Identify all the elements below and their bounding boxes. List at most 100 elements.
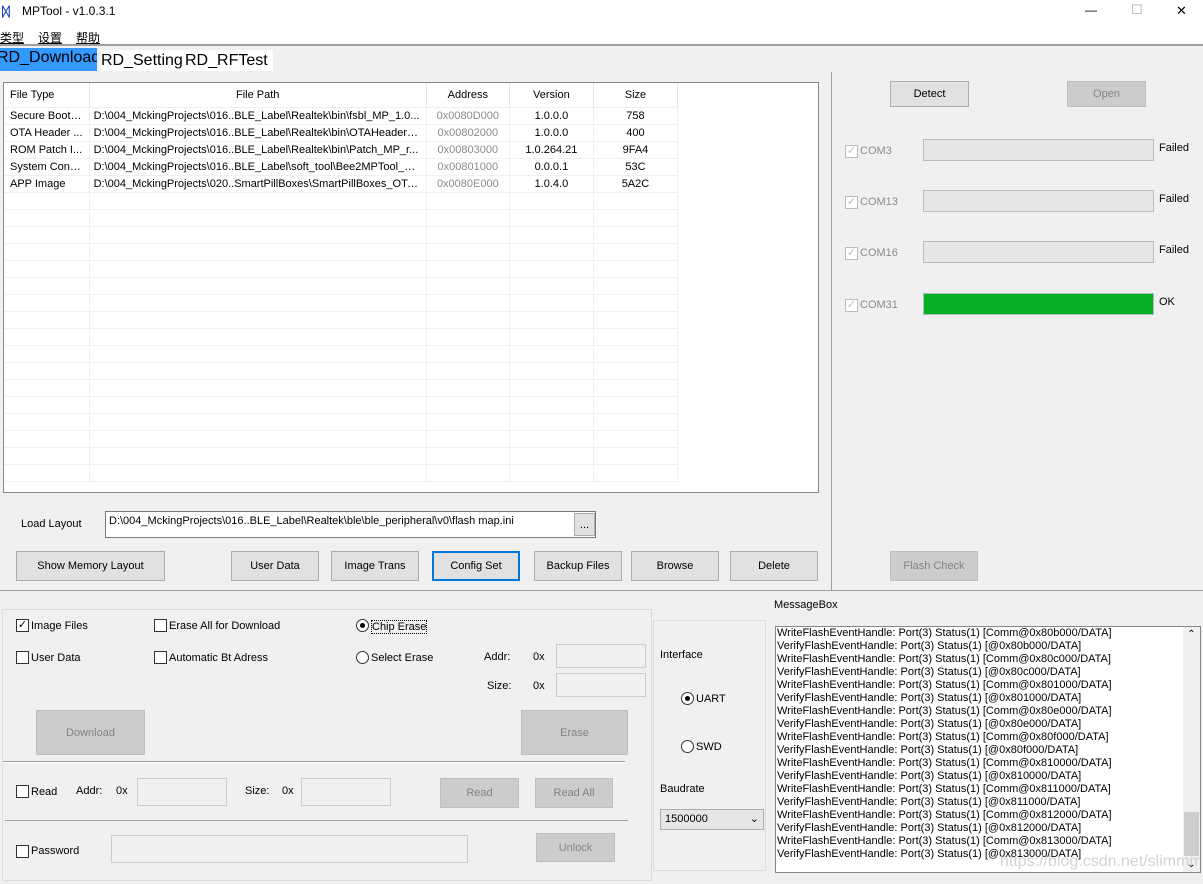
password-checkbox[interactable] (16, 845, 29, 858)
table-cell (426, 447, 510, 465)
read-button[interactable]: Read (440, 778, 519, 808)
delete-button[interactable]: Delete (730, 551, 818, 581)
table-row[interactable] (4, 430, 679, 448)
read-addr-input[interactable] (137, 778, 227, 806)
maximize-button[interactable]: ☐ (1131, 2, 1143, 18)
table-row[interactable] (4, 243, 679, 261)
table-row[interactable] (4, 294, 679, 312)
read-checkbox[interactable] (16, 785, 29, 798)
message-line: VerifyFlashEventHandle: Port(3) Status(1… (777, 718, 1082, 730)
user-data-checkbox[interactable] (16, 651, 29, 664)
scrollbar-thumb[interactable] (1184, 812, 1199, 856)
open-button[interactable]: Open (1067, 81, 1146, 107)
port-checkbox[interactable]: ✓ (845, 145, 858, 158)
scroll-up-icon[interactable]: ⌃ (1183, 629, 1200, 640)
auto-bt-checkbox[interactable] (154, 651, 167, 664)
download-button[interactable]: Download (36, 710, 145, 755)
erase-size-input[interactable] (556, 673, 646, 697)
messagebox[interactable]: WriteFlashEventHandle: Port(3) Status(1)… (775, 626, 1201, 873)
table-row[interactable] (4, 413, 679, 431)
load-layout-input[interactable]: D:\004_MckingProjects\016..BLE_Label\Rea… (105, 511, 596, 538)
table-row[interactable]: ROM Patch I... D:\004_MckingProjects\016.… (4, 141, 679, 159)
table-row[interactable] (4, 192, 679, 210)
column-header[interactable]: File Path (89, 83, 427, 108)
table-row[interactable] (4, 260, 679, 278)
minimize-button[interactable]: — (1085, 3, 1097, 17)
table-row[interactable]: Secure Boot ... D:\004_MckingProjects\016… (4, 107, 679, 125)
menu-bar (0, 24, 1203, 46)
message-line: VerifyFlashEventHandle: Port(3) Status(1… (777, 640, 1082, 652)
port-checkbox[interactable]: ✓ (845, 299, 858, 312)
table-cell (4, 379, 90, 397)
table-row[interactable]: System Confi... D:\004_MckingProjects\016… (4, 158, 679, 176)
table-row[interactable] (4, 345, 679, 363)
port-checkbox[interactable]: ✓ (845, 247, 858, 260)
menu-settings[interactable]: 设置 (38, 29, 62, 46)
tab-rd-setting[interactable]: RD_Setting (101, 50, 183, 71)
erase-all-checkbox[interactable] (154, 619, 167, 632)
table-row[interactable] (4, 328, 679, 346)
port-progress-bar (923, 139, 1154, 161)
table-cell (4, 447, 90, 465)
close-button[interactable]: ✕ (1176, 3, 1187, 19)
image-trans-button[interactable]: Image Trans (331, 551, 419, 581)
table-cell (426, 192, 510, 210)
table-cell (593, 294, 679, 312)
select-erase-radio[interactable] (356, 651, 369, 664)
table-cell (89, 396, 427, 414)
flash-check-button[interactable]: Flash Check (890, 551, 978, 581)
erase-addr-input[interactable] (556, 644, 646, 668)
config-set-button[interactable]: Config Set (432, 551, 520, 581)
column-header[interactable]: Version (509, 83, 594, 108)
read-size-input[interactable] (301, 778, 391, 806)
column-header[interactable]: File Type (4, 83, 90, 108)
image-files-checkbox[interactable]: ✓ (16, 619, 29, 632)
menu-help[interactable]: 帮助 (76, 29, 100, 46)
user-data-button[interactable]: User Data (231, 551, 319, 581)
table-cell: Secure Boot ... (4, 107, 90, 125)
port-checkbox[interactable]: ✓ (845, 196, 858, 209)
file-table[interactable]: File Type File Path Address Version Size Sec… (3, 82, 819, 493)
table-row[interactable] (4, 311, 679, 329)
tab-rd-download[interactable]: RD_Download (0, 48, 97, 71)
port-progress-bar (923, 241, 1154, 263)
read-addr-label: Addr: (76, 785, 103, 797)
password-input[interactable] (111, 835, 468, 863)
backup-files-button[interactable]: Backup Files (534, 551, 622, 581)
column-header[interactable]: Address (426, 83, 510, 108)
table-row[interactable] (4, 396, 679, 414)
table-cell (4, 345, 90, 363)
erase-button[interactable]: Erase (521, 710, 628, 755)
messagebox-scrollbar[interactable]: ⌃ ⌄ (1183, 627, 1200, 872)
baudrate-select[interactable]: 1500000 ⌄ (660, 809, 764, 830)
detect-button[interactable]: Detect (890, 81, 969, 107)
table-row[interactable] (4, 209, 679, 227)
read-all-button[interactable]: Read All (535, 778, 613, 808)
table-cell (4, 277, 90, 295)
watermark: https://blog.csdn.net/slimmm (1000, 853, 1201, 870)
unlock-button[interactable]: Unlock (536, 833, 615, 862)
message-line: WriteFlashEventHandle: Port(3) Status(1)… (777, 809, 1112, 821)
table-row[interactable]: APP Image D:\004_MckingProjects\020..Smar… (4, 175, 679, 193)
table-row[interactable] (4, 464, 679, 482)
swd-radio[interactable] (681, 740, 694, 753)
table-row[interactable] (4, 277, 679, 295)
tab-rd-rftest[interactable]: RD_RFTest (183, 50, 273, 71)
load-layout-browse-button[interactable]: ... (574, 513, 595, 536)
port-label: COM13 (860, 196, 898, 208)
show-memory-layout-button[interactable]: Show Memory Layout (16, 551, 165, 581)
table-row[interactable]: OTA Header ... D:\004_MckingProjects\016.… (4, 124, 679, 142)
table-row[interactable] (4, 447, 679, 465)
chip-erase-radio[interactable] (356, 619, 369, 632)
port-status: Failed (1159, 193, 1189, 205)
table-row[interactable] (4, 226, 679, 244)
table-cell (509, 277, 594, 295)
browse-button[interactable]: Browse (631, 551, 719, 581)
uart-radio[interactable] (681, 692, 694, 705)
column-header[interactable]: Size (593, 83, 679, 108)
table-cell: ROM Patch I... (4, 141, 90, 159)
table-row[interactable] (4, 362, 679, 380)
table-cell (4, 430, 90, 448)
table-row[interactable] (4, 379, 679, 397)
menu-type[interactable]: 类型 (0, 29, 24, 46)
